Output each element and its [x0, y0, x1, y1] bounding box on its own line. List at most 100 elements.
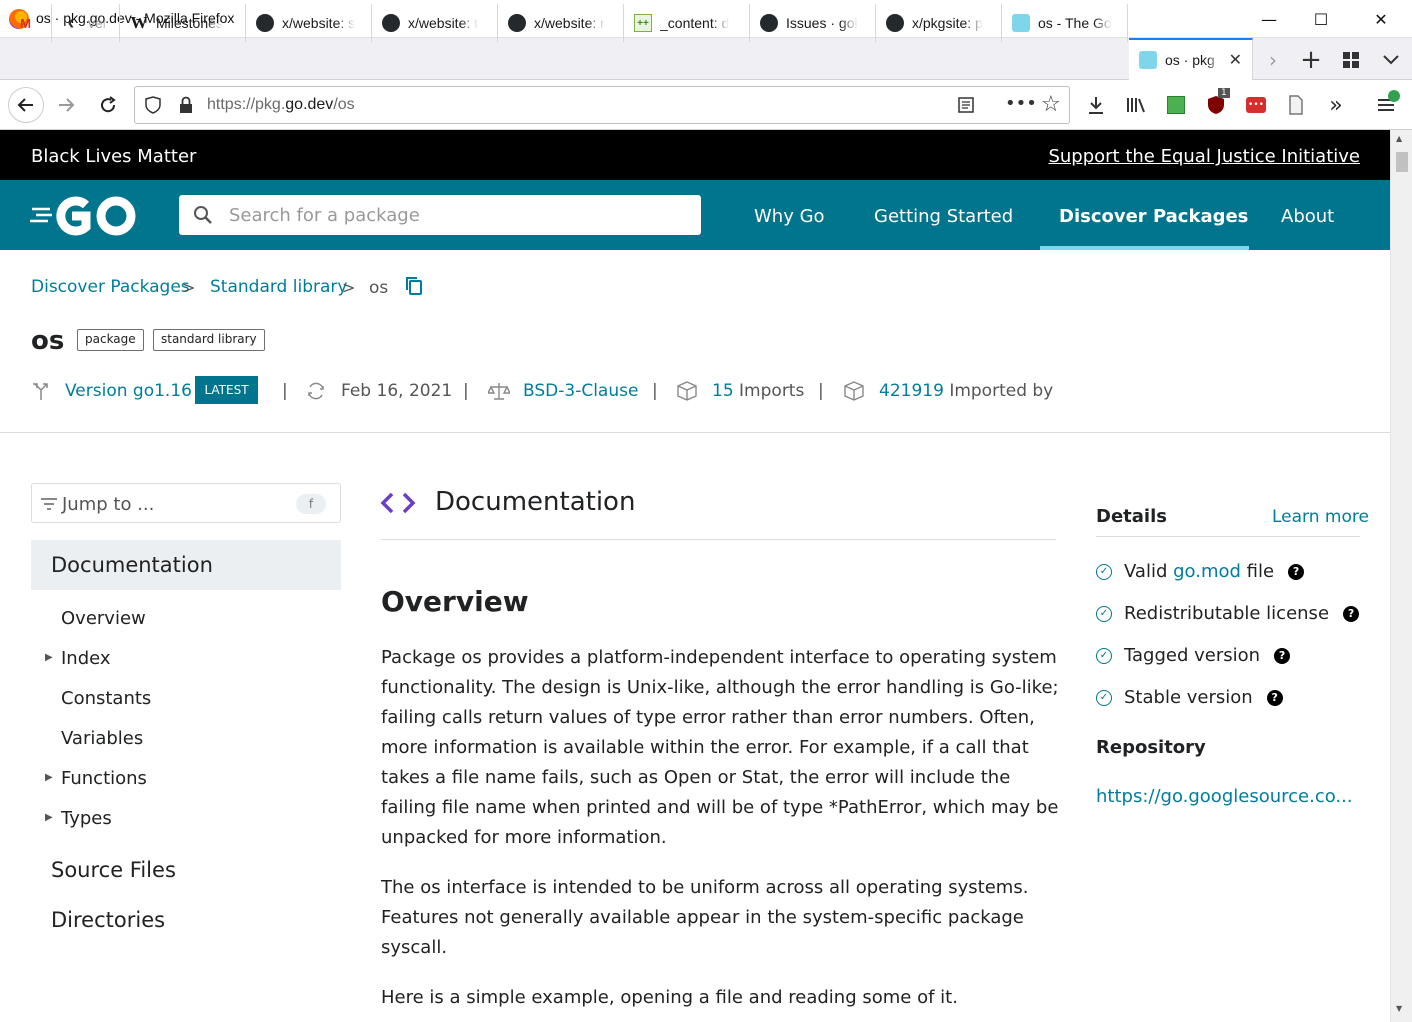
extension-red-icon[interactable]: ••• [1238, 88, 1274, 122]
sidebar-item-documentation[interactable]: Documentation [31, 540, 341, 590]
sidebar-item-source-files[interactable]: Source Files [51, 858, 176, 882]
sidebar-item-types[interactable]: Types [61, 808, 112, 829]
gopher-icon [1012, 14, 1030, 32]
list-all-tabs-icon[interactable] [1372, 42, 1410, 78]
downloads-icon[interactable] [1078, 88, 1114, 122]
latest-badge: LATEST [195, 376, 258, 404]
overview-paragraph: Here is a simple example, opening a file… [381, 987, 958, 1008]
tab-active[interactable]: os · pkg ✕ [1129, 38, 1253, 80]
ublock-icon[interactable]: 1 [1198, 88, 1234, 122]
header-divider [0, 432, 1390, 433]
expand-arrow-icon[interactable]: ▶ [45, 812, 53, 823]
expand-arrow-icon[interactable]: ▶ [45, 772, 53, 783]
license-scale-icon [486, 381, 512, 401]
tab-5[interactable]: x/website: r [498, 4, 624, 42]
learn-more-link[interactable]: Learn more [1272, 507, 1369, 527]
package-search-input[interactable]: Search for a package [179, 195, 701, 235]
detail-tagged-version: ✓ Tagged version ? [1096, 645, 1291, 666]
version-link[interactable]: Version go1.16 [65, 381, 192, 401]
license-link[interactable]: BSD-3-Clause [523, 381, 638, 401]
help-icon[interactable]: ? [1343, 605, 1360, 622]
tab-1[interactable]: ‹ ver [52, 4, 120, 42]
reload-button[interactable] [90, 88, 126, 122]
document-extension-icon[interactable] [1278, 88, 1314, 122]
search-placeholder: Search for a package [229, 205, 420, 226]
back-button[interactable] [8, 87, 44, 123]
containers-icon[interactable] [1332, 42, 1370, 78]
lock-icon[interactable] [179, 96, 193, 118]
close-window-button[interactable]: ✕ [1357, 0, 1405, 38]
breadcrumb-discover[interactable]: Discover Packages [31, 277, 190, 297]
search-icon [193, 205, 213, 229]
tab-7[interactable]: Issues · gol [750, 4, 876, 42]
tab-gmail[interactable]: M [0, 4, 52, 42]
scroll-up-icon[interactable]: ▲ [1396, 134, 1402, 143]
bookmark-star-icon[interactable]: ☆ [1041, 92, 1061, 117]
update-badge-icon [1388, 90, 1400, 102]
help-icon[interactable]: ? [1274, 647, 1291, 664]
help-icon[interactable]: ? [1288, 563, 1305, 580]
github-icon [508, 14, 526, 32]
jump-to-input[interactable]: Jump to ... f [31, 483, 341, 523]
breadcrumb-stdlib[interactable]: Standard library [210, 277, 347, 297]
tab-8[interactable]: x/pkgsite: p [876, 4, 1002, 42]
gomod-link[interactable]: go.mod [1173, 561, 1241, 582]
new-tab-icon[interactable]: + [1292, 42, 1330, 78]
forward-button[interactable] [48, 88, 84, 122]
sidebar-item-overview[interactable]: Overview [61, 608, 146, 629]
gerrit-icon: ++ [634, 14, 652, 32]
tab-9[interactable]: os - The Go [1002, 4, 1128, 42]
overflow-menu-icon[interactable]: » [1318, 88, 1354, 122]
check-circle-icon: ✓ [1096, 689, 1112, 706]
expand-arrow-icon[interactable]: ▶ [45, 652, 53, 663]
detail-valid-gomod: ✓ Valid go.mod file ? [1096, 561, 1305, 582]
go-logo[interactable] [30, 195, 140, 237]
scroll-down-icon[interactable]: ▼ [1396, 1004, 1402, 1013]
page-actions-icon[interactable]: ••• [1005, 93, 1037, 114]
active-nav-underline [1040, 246, 1249, 250]
reader-view-icon[interactable] [957, 96, 975, 118]
sidebar-item-constants[interactable]: Constants [61, 688, 151, 709]
breadcrumb-current: os [369, 278, 389, 298]
check-circle-icon: ✓ [1096, 563, 1112, 580]
close-tab-icon[interactable]: ✕ [1229, 50, 1242, 70]
tab-2[interactable]: W Milestones [120, 4, 246, 42]
chip-package: package [77, 329, 144, 351]
tab-3[interactable]: x/website: s [246, 4, 372, 42]
nav-discover-packages[interactable]: Discover Packages [1059, 206, 1248, 227]
shield-icon[interactable] [145, 96, 161, 118]
hamburger-menu-icon[interactable] [1368, 88, 1404, 122]
site-header: Search for a package Why Go Getting Star… [0, 180, 1390, 250]
nav-why-go[interactable]: Why Go [754, 206, 825, 227]
wikipedia-icon: W [130, 13, 148, 32]
sidebar-item-functions[interactable]: Functions [61, 768, 147, 789]
sidebar-item-index[interactable]: Index [61, 648, 111, 669]
extension-green-icon[interactable] [1158, 88, 1194, 122]
copy-path-icon[interactable] [405, 276, 423, 300]
detail-redistributable: ✓ Redistributable license ? [1096, 603, 1360, 624]
jump-to-placeholder: Jump to ... [62, 494, 155, 515]
scrollbar-thumb[interactable] [1396, 152, 1408, 172]
repository-link[interactable]: https://go.googlesource.co... [1096, 786, 1353, 807]
url-bar[interactable]: https://pkg.go.dev/os ••• ☆ [134, 86, 1070, 124]
nav-about[interactable]: About [1281, 206, 1334, 227]
imports-link[interactable]: 15 Imports [712, 381, 804, 401]
sidebar-item-directories[interactable]: Directories [51, 908, 165, 932]
tab-6[interactable]: ++ _content: d [624, 4, 750, 42]
imported-by-link[interactable]: 421919 Imported by [879, 381, 1053, 401]
eji-link[interactable]: Support the Equal Justice Initiative [1048, 146, 1360, 167]
maximize-button[interactable]: ☐ [1297, 0, 1345, 38]
version-branch-icon [31, 381, 51, 401]
library-icon[interactable] [1118, 88, 1154, 122]
url-text: https://pkg.go.dev/os [207, 96, 355, 113]
tab-4[interactable]: x/website: t [372, 4, 498, 42]
navigation-toolbar: https://pkg.go.dev/os ••• ☆ 1 ••• » [0, 80, 1412, 130]
minimize-button[interactable]: — [1245, 0, 1293, 38]
sidebar-item-variables[interactable]: Variables [61, 728, 143, 749]
scroll-tabs-right-icon[interactable]: › [1254, 42, 1292, 78]
help-icon[interactable]: ? [1266, 689, 1283, 706]
nav-getting-started[interactable]: Getting Started [874, 206, 1013, 227]
page-scrollbar[interactable]: ▲ ▼ [1390, 130, 1412, 1022]
github-icon [382, 14, 400, 32]
doc-divider [381, 539, 1056, 540]
